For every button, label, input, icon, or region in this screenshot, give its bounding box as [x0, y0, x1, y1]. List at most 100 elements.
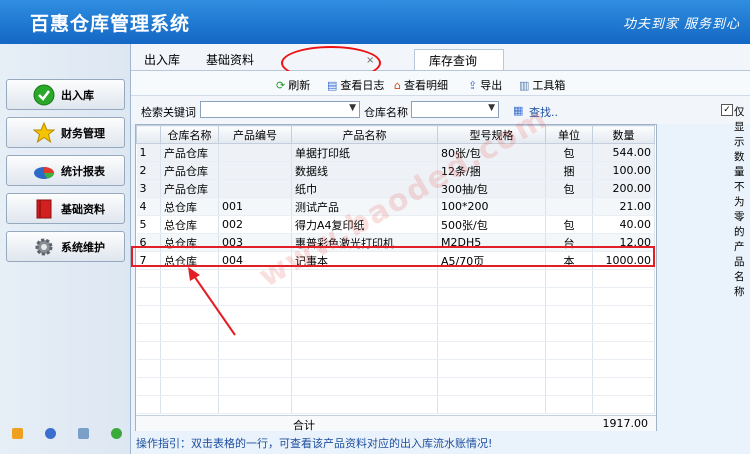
table-cell: 3 [136, 179, 161, 198]
sidebar: 出入库 财务管理 统计报表 基础资料 系统维护 [0, 44, 131, 454]
table-cell: 500张/包 [437, 215, 546, 234]
table-cell: 544.00 [592, 143, 655, 162]
refresh-icon: ⟳ [276, 78, 286, 92]
sidebar-bottom-icons [12, 428, 122, 439]
app-slogan: 功夫到家 服务到心 [622, 17, 740, 32]
table-cell [291, 287, 438, 306]
table-cell [545, 287, 593, 306]
tab-base-data[interactable]: 基础资料 [206, 51, 254, 68]
table-cell [592, 341, 655, 360]
tab-inventory-query-label: 库存查询 [429, 54, 478, 68]
table-cell: 2 [136, 161, 161, 180]
gear-icon [33, 236, 55, 258]
sidebar-item-reports[interactable]: 统计报表 [6, 155, 125, 186]
table-cell [136, 269, 161, 288]
table-cell [437, 341, 546, 360]
table-cell: 200.00 [592, 179, 655, 198]
checkmark-icon [33, 84, 55, 106]
exit-icon[interactable] [111, 428, 122, 439]
table-cell [545, 341, 593, 360]
sidebar-item-label: 统计报表 [61, 164, 105, 178]
table-cell [291, 269, 438, 288]
table-cell [437, 287, 546, 306]
sidebar-item-label: 财务管理 [61, 126, 105, 140]
tab-stock-in-out[interactable]: 出入库 [144, 51, 180, 68]
column-header[interactable]: 产品编号 [218, 125, 292, 144]
warehouse-combobox[interactable]: ▼ [411, 101, 499, 118]
table-cell: 100*200 [437, 197, 546, 216]
table-cell [545, 269, 593, 288]
chevron-down-icon[interactable]: ▼ [488, 103, 495, 113]
refresh-button[interactable]: ⟳ 刷新 [276, 77, 310, 93]
table-cell [592, 269, 655, 288]
table-cell [545, 395, 593, 414]
table-cell: 产品仓库 [160, 143, 219, 162]
monitor-icon[interactable] [78, 428, 89, 439]
sidebar-item-system[interactable]: 系统维护 [6, 231, 125, 262]
export-icon: ⇪ [468, 78, 478, 92]
table-cell [437, 377, 546, 396]
keyword-combobox[interactable]: ▼ [200, 101, 360, 118]
toolbox-button[interactable]: ▥ 工具箱 [519, 77, 565, 93]
table-cell [592, 395, 655, 414]
table-cell [545, 305, 593, 324]
table-cell: 产品仓库 [160, 179, 219, 198]
table-cell: 4 [136, 197, 161, 216]
table-cell [218, 143, 292, 162]
tab-inventory-query[interactable]: 库存查询 [414, 49, 504, 70]
star-icon [33, 121, 55, 144]
table-cell: 包 [545, 143, 593, 162]
table-cell: 5 [136, 215, 161, 234]
table-row[interactable]: 1 产品仓库 单据打印纸 80张/包包 544.00 [136, 143, 655, 162]
column-header[interactable]: 数量 [592, 125, 655, 144]
table-cell [136, 305, 161, 324]
table-cell [291, 359, 438, 378]
table-cell: 100.00 [592, 161, 655, 180]
table-cell [291, 323, 438, 342]
operation-hint: 操作指引：双击表格的一行，可查看该产品资料对应的出入库流水账情况! [136, 437, 493, 450]
toolbar: ⟳ 刷新 ▤ 查看日志 ⌂ 查看明细 ⇪ 导出 ▥ 工具箱 [131, 71, 750, 95]
total-label: 合计 [293, 419, 315, 432]
table-cell [592, 287, 655, 306]
table-cell [545, 377, 593, 396]
export-button[interactable]: ⇪ 导出 [468, 77, 502, 93]
app-title: 百惠仓库管理系统 [30, 13, 191, 35]
table-cell [218, 377, 292, 396]
table-cell [136, 395, 161, 414]
column-header[interactable]: 产品名称 [291, 125, 438, 144]
sidebar-item-base-data[interactable]: 基础资料 [6, 193, 125, 224]
table-cell [136, 359, 161, 378]
toolbox-icon: ▥ [519, 78, 530, 92]
sidebar-item-label: 系统维护 [61, 240, 105, 254]
table-cell: 1 [136, 143, 161, 162]
table-cell [437, 323, 546, 342]
table-cell: 捆 [545, 161, 593, 180]
annotation-arrow [188, 267, 236, 336]
chevron-down-icon[interactable]: ▼ [349, 103, 356, 113]
sidebar-item-finance[interactable]: 财务管理 [6, 117, 125, 148]
table-cell [437, 359, 546, 378]
nonzero-checkbox-label: 仅显示数量不为零的产品名称 [734, 106, 745, 298]
table-empty-row [136, 377, 655, 396]
pie-chart-icon [33, 160, 55, 182]
table-cell [136, 377, 161, 396]
book-icon [33, 198, 55, 220]
total-row: 合计 1917.00 [136, 415, 656, 432]
nonzero-checkbox[interactable]: ✓ [721, 104, 733, 116]
info-icon[interactable] [45, 428, 56, 439]
table-cell: 001 [218, 197, 292, 216]
table-cell [136, 323, 161, 342]
table-cell [291, 341, 438, 360]
sidebar-item-stock-in-out[interactable]: 出入库 [6, 79, 125, 110]
lock-icon[interactable] [12, 428, 23, 439]
table-cell [592, 305, 655, 324]
table-row[interactable]: 2 产品仓库 数据线 12条/捆捆 100.00 [136, 161, 655, 180]
table-cell: 002 [218, 215, 292, 234]
table-cell [592, 359, 655, 378]
table-cell: 21.00 [592, 197, 655, 216]
table-cell [545, 359, 593, 378]
view-detail-button[interactable]: ⌂ 查看明细 [394, 77, 448, 93]
annotation-row-highlight [131, 246, 655, 267]
column-header[interactable]: 仓库名称 [160, 125, 219, 144]
view-log-button[interactable]: ▤ 查看日志 [327, 77, 384, 93]
